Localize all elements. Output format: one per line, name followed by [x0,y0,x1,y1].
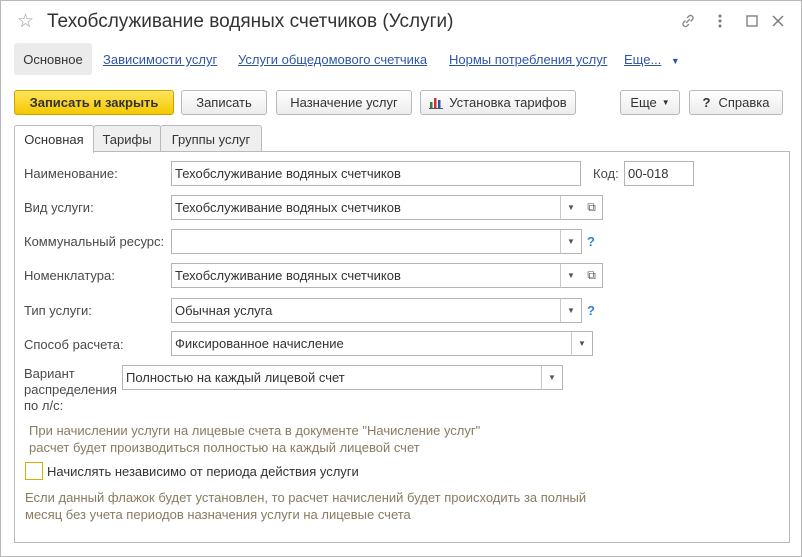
nomenclature-open-icon[interactable]: ⧉ [581,263,603,288]
service-form-window: ☆ Техобслуживание водяных счетчиков (Усл… [0,0,802,557]
service-type-dropdown-button[interactable]: ▼ [560,298,582,323]
window-title: Техобслуживание водяных счетчиков (Услуг… [47,11,454,32]
distribution-label-line-3: по л/с: [24,398,64,413]
tab-tariffs[interactable]: Тарифы [93,125,161,152]
nav-link-consumption-norms[interactable]: Нормы потребления услуг [449,52,607,67]
nav-link-common-meter[interactable]: Услуги общедомового счетчика [238,52,427,67]
distribution-hint-line-2: расчет будет производиться полностью на … [29,440,420,455]
link-icon[interactable] [677,10,699,32]
service-type-help-icon[interactable]: ? [587,303,595,318]
calc-method-dropdown-button[interactable]: ▼ [571,331,593,356]
code-label: Код: [593,166,619,181]
save-and-close-button[interactable]: Записать и закрыть [14,90,174,115]
distribution-label: Вариант распределения по л/с: [24,366,117,414]
service-kind-dropdown-button[interactable]: ▼ [560,195,582,220]
save-button[interactable]: Записать [181,90,267,115]
set-tariffs-label: Установка тарифов [449,95,567,110]
nav-main[interactable]: Основное [14,43,92,75]
nav-link-dependencies[interactable]: Зависимости услуг [103,52,217,67]
independent-period-hint: Если данный флажок будет установлен, то … [25,489,586,523]
resource-help-icon[interactable]: ? [587,234,595,249]
dropdown-arrow-icon: ▼ [661,98,670,107]
calc-method-label: Способ расчета: [24,337,124,352]
resource-label: Коммунальный ресурс: [24,234,165,249]
help-icon: ? [702,95,711,110]
service-kind-label: Вид услуги: [24,200,94,215]
nav-more-label: Еще... [624,52,662,67]
service-type-label: Тип услуги: [24,303,92,318]
calc-method-field[interactable]: Фиксированное начисление [171,331,572,356]
distribution-label-line-1: Вариант [24,366,75,381]
star-icon[interactable]: ☆ [17,11,34,33]
nomenclature-dropdown-button[interactable]: ▼ [560,263,582,288]
more-actions-button[interactable]: Еще ▼ [620,90,680,115]
distribution-dropdown-button[interactable]: ▼ [541,365,563,390]
independent-period-checkbox[interactable] [25,462,43,480]
tab-service-groups[interactable]: Группы услуг [160,125,262,152]
name-label: Наименование: [24,166,118,181]
bar-chart-icon [429,96,444,109]
more-actions-label: Еще [630,95,657,110]
dropdown-arrow-icon: ▼ [670,56,680,66]
independent-period-label[interactable]: Начислять независимо от периода действия… [47,464,359,479]
resource-dropdown-button[interactable]: ▼ [560,229,582,254]
nomenclature-label: Номенклатура: [24,268,115,283]
assign-services-button[interactable]: Назначение услуг [276,90,412,115]
help-button[interactable]: ? Справка [689,90,783,115]
more-vert-icon[interactable] [709,10,731,32]
name-field[interactable]: Техобслуживание водяных счетчиков [171,161,581,186]
set-tariffs-button[interactable]: Установка тарифов [420,90,576,115]
nomenclature-field[interactable]: Техобслуживание водяных счетчиков [171,263,561,288]
distribution-label-line-2: распределения [24,382,117,397]
close-icon[interactable] [767,10,789,32]
distribution-hint-line-1: При начислении услуги на лицевые счета в… [29,423,481,438]
service-kind-open-icon[interactable]: ⧉ [581,195,603,220]
nav-more-menu[interactable]: Еще... ▼ [624,52,680,67]
service-type-field[interactable]: Обычная услуга [171,298,561,323]
maximize-icon[interactable] [741,10,763,32]
distribution-field[interactable]: Полностью на каждый лицевой счет [122,365,542,390]
code-field[interactable]: 00-018 [624,161,694,186]
tab-main[interactable]: Основная [14,125,94,153]
independent-hint-line-1: Если данный флажок будет установлен, то … [25,490,587,505]
help-label: Справка [718,95,770,110]
resource-field[interactable] [171,229,561,254]
distribution-hint: При начислении услуги на лицевые счета в… [29,422,480,456]
independent-hint-line-2: месяц без учета периодов назначения услу… [25,507,411,522]
service-kind-field[interactable]: Техобслуживание водяных счетчиков [171,195,561,220]
